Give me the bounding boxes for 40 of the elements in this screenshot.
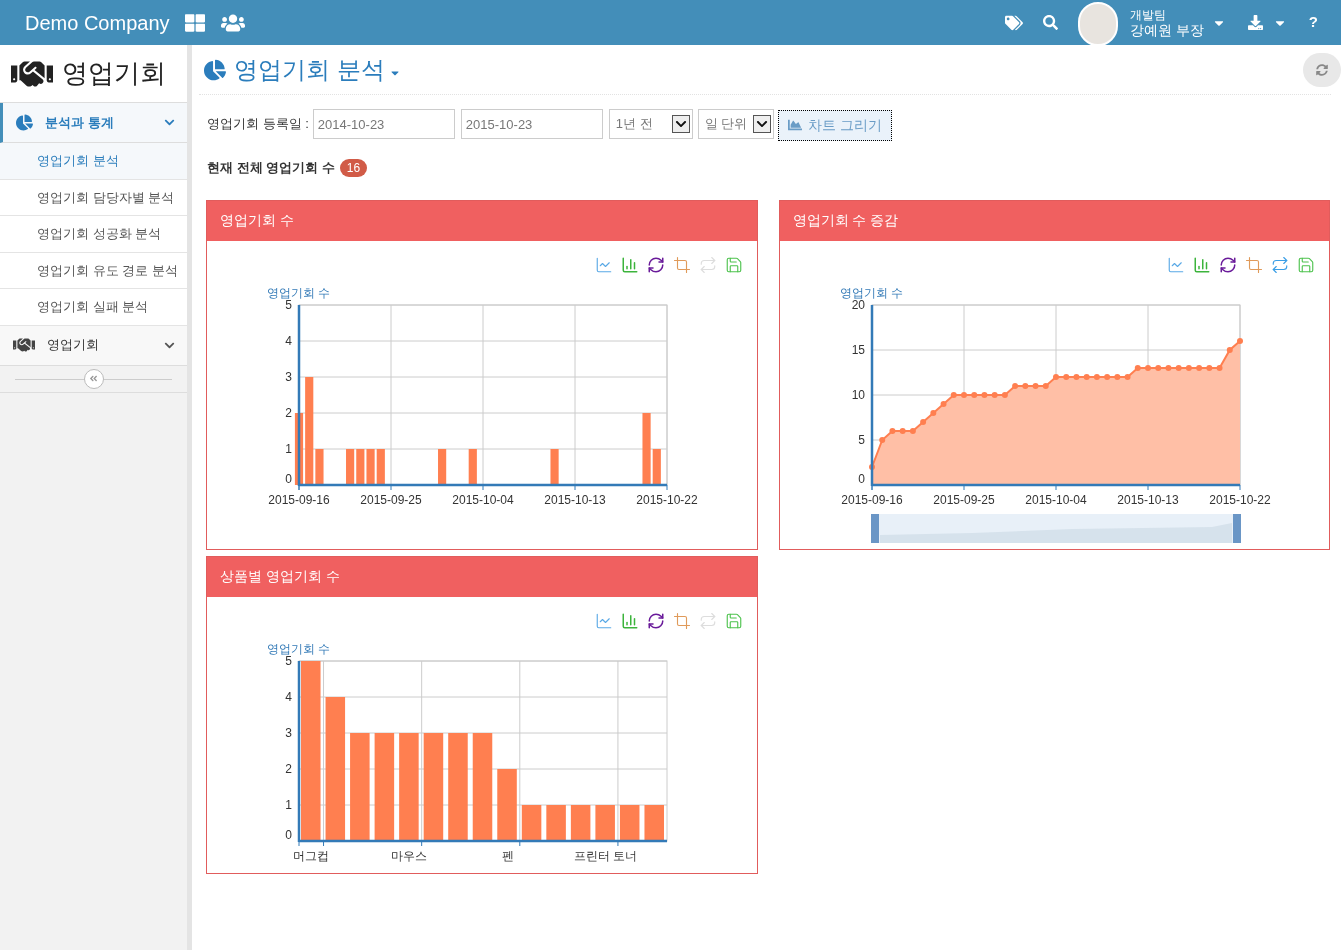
y-tick-label: 0 xyxy=(285,827,292,842)
panel-title: 영업기회 수 증감 xyxy=(792,211,899,230)
y-tick-label: 1 xyxy=(285,797,292,812)
axis-title: 영업기회 수 xyxy=(267,285,331,300)
y-tick-label: 4 xyxy=(285,333,292,348)
axis-title: 영업기회 수 xyxy=(267,641,331,656)
axis-title: 영업기회 수 xyxy=(839,285,903,300)
count-badge: 16 xyxy=(339,158,368,177)
x-tick-label: 2015-10-22 xyxy=(1208,492,1271,507)
x-tick-label: 2015-10-13 xyxy=(1116,492,1179,507)
y-tick-label: 2 xyxy=(285,405,292,420)
y-tick-label: 3 xyxy=(285,725,292,740)
user-name: 강예원 부장 xyxy=(1129,22,1204,38)
x-tick-label: 2015-10-13 xyxy=(544,492,606,507)
x-tick-label: 2015-09-16 xyxy=(268,492,330,507)
y-tick-label: 3 xyxy=(285,369,292,384)
y-tick-label: 5 xyxy=(857,432,865,447)
x-tick-label: 2015-10-04 xyxy=(1024,492,1087,507)
x-tick-label: 머그컵 xyxy=(293,848,330,863)
x-tick-label: 2015-09-16 xyxy=(840,492,903,507)
x-tick-label: 2015-10-22 xyxy=(636,492,698,507)
y-tick-label: 0 xyxy=(857,471,865,486)
x-tick-label: 2015-09-25 xyxy=(932,492,995,507)
y-tick-label: 15 xyxy=(851,342,865,357)
x-tick-label: 펜 xyxy=(501,848,514,863)
filter-label: 영업기회 등록일 : xyxy=(207,115,309,134)
sidebar-title: 영업기회 xyxy=(62,57,166,90)
y-tick-label: 1 xyxy=(285,441,292,456)
x-tick-label: 2015-10-04 xyxy=(452,492,514,507)
y-tick-label: 10 xyxy=(851,387,865,402)
panel-title: 영업기회 수 xyxy=(220,211,294,230)
x-tick-label: 마우스 xyxy=(391,848,428,863)
total-label: 현재 전체 영업기회 수 xyxy=(207,159,335,177)
panel-title: 상품별 영업기회 수 xyxy=(220,567,340,586)
x-tick-label: 2015-09-25 xyxy=(360,492,422,507)
user-team: 개발팀 xyxy=(1129,7,1167,23)
y-tick-label: 2 xyxy=(285,761,292,776)
y-tick-label: 0 xyxy=(285,471,292,486)
y-tick-label: 4 xyxy=(285,689,292,704)
x-tick-label: 프린터 토너 xyxy=(574,848,638,863)
